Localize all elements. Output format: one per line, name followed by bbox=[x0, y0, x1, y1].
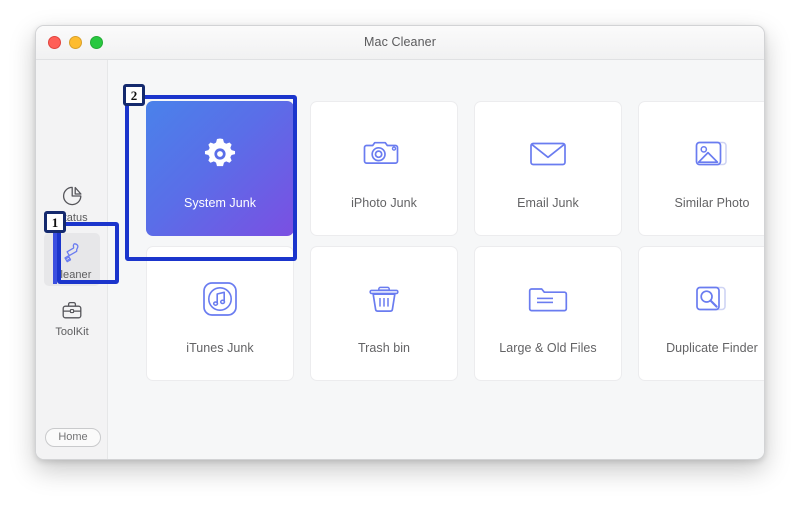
card-label: Large & Old Files bbox=[499, 340, 597, 355]
gear-icon bbox=[197, 128, 243, 180]
window-titlebar: Mac Cleaner bbox=[36, 26, 764, 60]
card-label: Duplicate Finder bbox=[666, 340, 758, 355]
brush-icon bbox=[44, 240, 100, 266]
trash-can-icon bbox=[361, 273, 407, 325]
home-button[interactable]: Home bbox=[45, 428, 101, 447]
card-itunes-junk[interactable]: iTunes Junk bbox=[146, 246, 294, 381]
magnifier-stack-icon bbox=[689, 273, 735, 325]
pie-chart-icon bbox=[44, 183, 100, 209]
card-label: iTunes Junk bbox=[186, 340, 254, 355]
sidebar-item-label: Cleaner bbox=[52, 269, 92, 281]
briefcase-icon bbox=[44, 297, 100, 323]
application-window: Mac Cleaner Status Cleaner ToolKit Home … bbox=[35, 25, 765, 460]
card-system-junk[interactable]: System Junk bbox=[146, 101, 294, 236]
feature-card-grid: System Junk iPhoto Junk Email Junk Simil… bbox=[146, 101, 764, 381]
card-iphoto-junk[interactable]: iPhoto Junk bbox=[310, 101, 458, 236]
card-label: Similar Photo bbox=[674, 195, 750, 210]
music-note-icon bbox=[197, 273, 243, 325]
card-similar-photo[interactable]: Similar Photo bbox=[638, 101, 764, 236]
sidebar-item-status[interactable]: Status bbox=[44, 176, 100, 229]
card-trash-bin[interactable]: Trash bin bbox=[310, 246, 458, 381]
folder-icon bbox=[525, 273, 571, 325]
camera-icon bbox=[361, 128, 407, 180]
sidebar-item-toolkit[interactable]: ToolKit bbox=[44, 290, 100, 343]
photo-stack-icon bbox=[689, 128, 735, 180]
card-label: System Junk bbox=[183, 195, 257, 210]
card-email-junk[interactable]: Email Junk bbox=[474, 101, 622, 236]
sidebar-item-label: ToolKit bbox=[55, 326, 89, 338]
card-duplicate-finder[interactable]: Duplicate Finder bbox=[638, 246, 764, 381]
window-title: Mac Cleaner bbox=[364, 35, 436, 49]
sidebar-nav: Status Cleaner ToolKit bbox=[36, 176, 108, 347]
sidebar-item-cleaner[interactable]: Cleaner bbox=[44, 233, 100, 286]
sidebar-item-label: Status bbox=[56, 212, 88, 224]
card-label: Trash bin bbox=[357, 340, 411, 355]
main-content: System Junk iPhoto Junk Email Junk Simil… bbox=[108, 60, 764, 459]
envelope-icon bbox=[525, 128, 571, 180]
card-label: iPhoto Junk bbox=[351, 195, 417, 210]
window-body: Status Cleaner ToolKit Home System Junk … bbox=[36, 60, 764, 459]
card-label: Email Junk bbox=[517, 195, 579, 210]
sidebar: Status Cleaner ToolKit Home bbox=[36, 60, 108, 459]
card-large-old-files[interactable]: Large & Old Files bbox=[474, 246, 622, 381]
